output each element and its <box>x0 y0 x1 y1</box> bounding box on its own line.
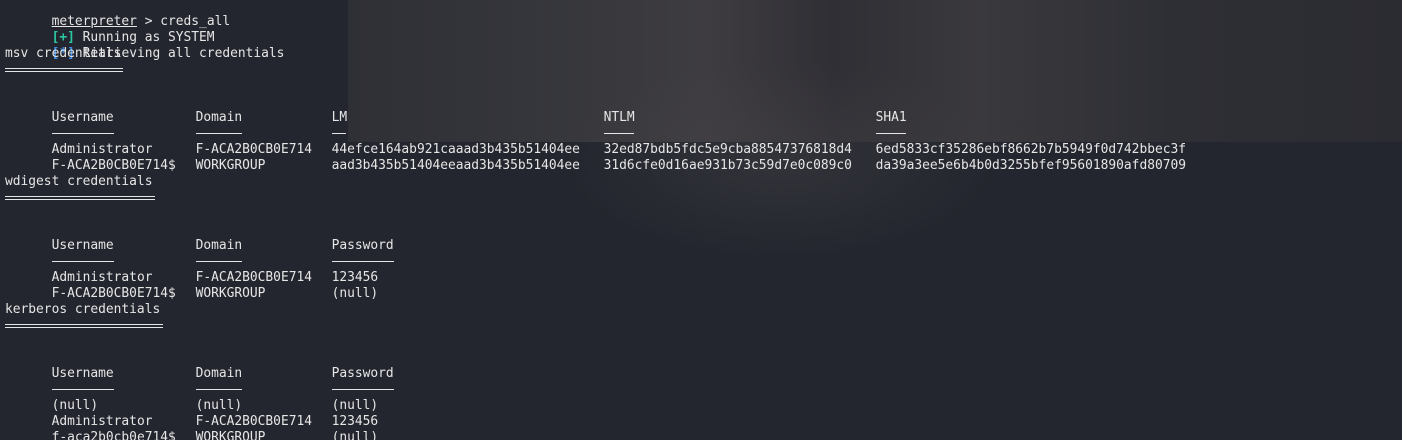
section-underline-msv <box>5 62 1395 78</box>
underline-cell <box>195 126 332 142</box>
terminal-output: meterpreter > creds_all [+] Running as S… <box>5 0 1395 440</box>
cell-lm: aad3b435b51404eeaad3b435b51404ee <box>331 158 580 173</box>
prompt-session: meterpreter <box>51 14 137 29</box>
section-underline-wdigest <box>5 190 1395 206</box>
column-header-password: Password <box>331 238 394 253</box>
terminal-window[interactable]: meterpreter > creds_all [+] Running as S… <box>0 0 1402 440</box>
underline-cell <box>51 254 196 270</box>
cell-username: f-aca2b0cb0e714$ <box>51 430 176 440</box>
underline-cell <box>331 254 604 270</box>
underline-cell <box>51 126 196 142</box>
table-header: Username Domain Password <box>5 350 1395 381</box>
underline-cell <box>603 126 876 142</box>
section-underline-kerberos <box>5 318 1395 334</box>
cell-lm: 44efce164ab921caaad3b435b51404ee <box>331 142 580 157</box>
column-header-domain: Domain <box>195 110 243 125</box>
section-title-wdigest: wdigest credentials <box>5 174 153 189</box>
column-header-sha1: SHA1 <box>875 110 907 125</box>
column-header-domain: Domain <box>195 366 243 381</box>
cell-domain: WORKGROUP <box>195 158 266 173</box>
cell-password: (null) <box>331 286 379 301</box>
cell-username: Administrator <box>51 142 153 157</box>
status-text: Running as SYSTEM <box>74 30 215 45</box>
cell-sha1: da39a3ee5e6b4b0d3255bfef95601890afd80709 <box>875 158 1187 173</box>
prompt-line: meterpreter > creds_all <box>5 0 1395 29</box>
cell-password: (null) <box>331 398 379 413</box>
column-header-lm: LM <box>331 110 348 125</box>
cell-username: Administrator <box>51 414 153 429</box>
cell-domain: WORKGROUP <box>195 286 266 301</box>
cell-username: (null) <box>51 398 99 413</box>
column-header-username: Username <box>51 366 114 381</box>
underline-cell <box>195 382 332 398</box>
cell-domain: WORKGROUP <box>195 430 266 440</box>
cell-ntlm: 31d6cfe0d16ae931b73c59d7e0c089c0 <box>603 158 852 173</box>
cell-username: F-ACA2B0CB0E714$ <box>51 286 176 301</box>
prompt-command: creds_all <box>160 14 231 29</box>
table-header: Username Domain LM NTLM SHA1 <box>5 94 1395 125</box>
cell-username: F-ACA2B0CB0E714$ <box>51 158 176 173</box>
underline-cell <box>875 126 1206 142</box>
underline-cell <box>51 382 196 398</box>
underline-cell <box>331 382 604 398</box>
cell-password: 123456 <box>331 414 379 429</box>
column-header-username: Username <box>51 110 114 125</box>
success-tag: [+] <box>51 30 75 45</box>
column-header-ntlm: NTLM <box>603 110 635 125</box>
column-header-username: Username <box>51 238 114 253</box>
cell-domain: F-ACA2B0CB0E714 <box>195 270 312 285</box>
prompt-separator: > <box>136 14 161 29</box>
column-header-password: Password <box>331 366 394 381</box>
cell-ntlm: 32ed87bdb5fdc5e9cba88547376818d4 <box>603 142 852 157</box>
cell-domain: (null) <box>195 398 243 413</box>
underline-cell <box>331 126 604 142</box>
table-header: Username Domain Password <box>5 222 1395 253</box>
cell-sha1: 6ed5833cf35286ebf8662b7b5949f0d742bbec3f <box>875 142 1187 157</box>
underline-cell <box>195 254 332 270</box>
cell-domain: F-ACA2B0CB0E714 <box>195 414 312 429</box>
section-title-kerberos: kerberos credentials <box>5 302 161 317</box>
cell-username: Administrator <box>51 270 153 285</box>
cell-domain: F-ACA2B0CB0E714 <box>195 142 312 157</box>
cell-password: 123456 <box>331 270 379 285</box>
cell-password: (null) <box>331 430 379 440</box>
column-header-domain: Domain <box>195 238 243 253</box>
